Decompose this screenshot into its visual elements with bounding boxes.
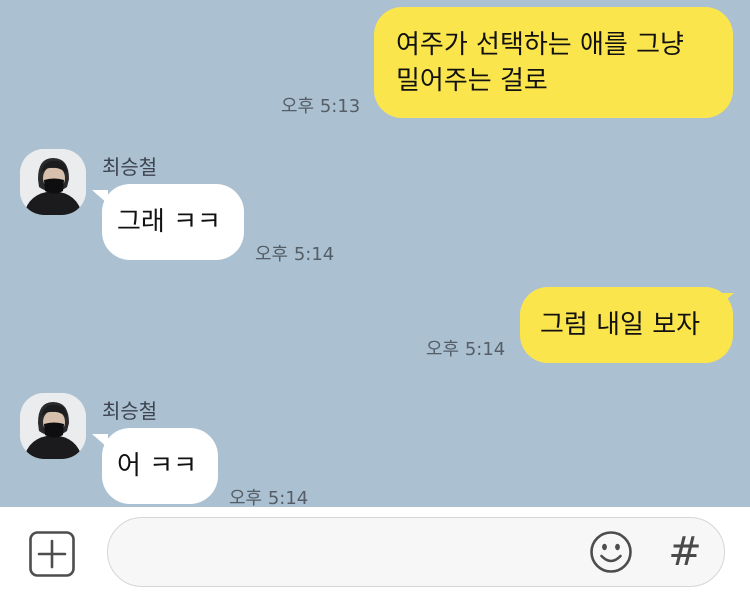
message-time: 오후 5:14 [229, 488, 309, 507]
avatar[interactable] [20, 149, 86, 215]
message-text: 그럼 내일 보자 [540, 310, 701, 340]
bubble-tail [718, 70, 734, 84]
message-time: 오후 5:14 [426, 339, 506, 360]
bubble-tail [92, 434, 108, 448]
smiley-icon[interactable] [589, 530, 633, 574]
message-text: 그래 ㅋㅋ [117, 207, 221, 237]
chat-area[interactable]: 여주가 선택하는 애를 그냥 밀어주는 걸로 오후 5:13 최승철 그래 ㅋㅋ… [0, 0, 750, 507]
bubble-tail [92, 190, 108, 204]
their-message-bubble[interactable]: 그래 ㅋㅋ [102, 184, 244, 260]
plus-square-icon[interactable] [29, 531, 75, 577]
avatar[interactable] [20, 393, 86, 459]
my-message-bubble[interactable]: 여주가 선택하는 애를 그냥 밀어주는 걸로 [374, 7, 733, 118]
message-time: 오후 5:14 [255, 244, 335, 265]
message-time: 오후 5:13 [281, 96, 361, 117]
sender-name: 최승철 [102, 399, 158, 423]
bubble-tail [718, 293, 734, 307]
sender-name: 최승철 [102, 155, 158, 179]
hash-button[interactable]: # [665, 527, 705, 577]
their-message-bubble[interactable]: 어 ㅋㅋ [102, 428, 218, 504]
message-text-line: 여주가 선택하는 애를 그냥 [396, 30, 684, 60]
message-text: 어 ㅋㅋ [117, 451, 198, 481]
my-message-bubble[interactable]: 그럼 내일 보자 [520, 287, 733, 363]
input-bar: # [0, 507, 750, 595]
message-text-line: 밀어주는 걸로 [396, 66, 548, 96]
